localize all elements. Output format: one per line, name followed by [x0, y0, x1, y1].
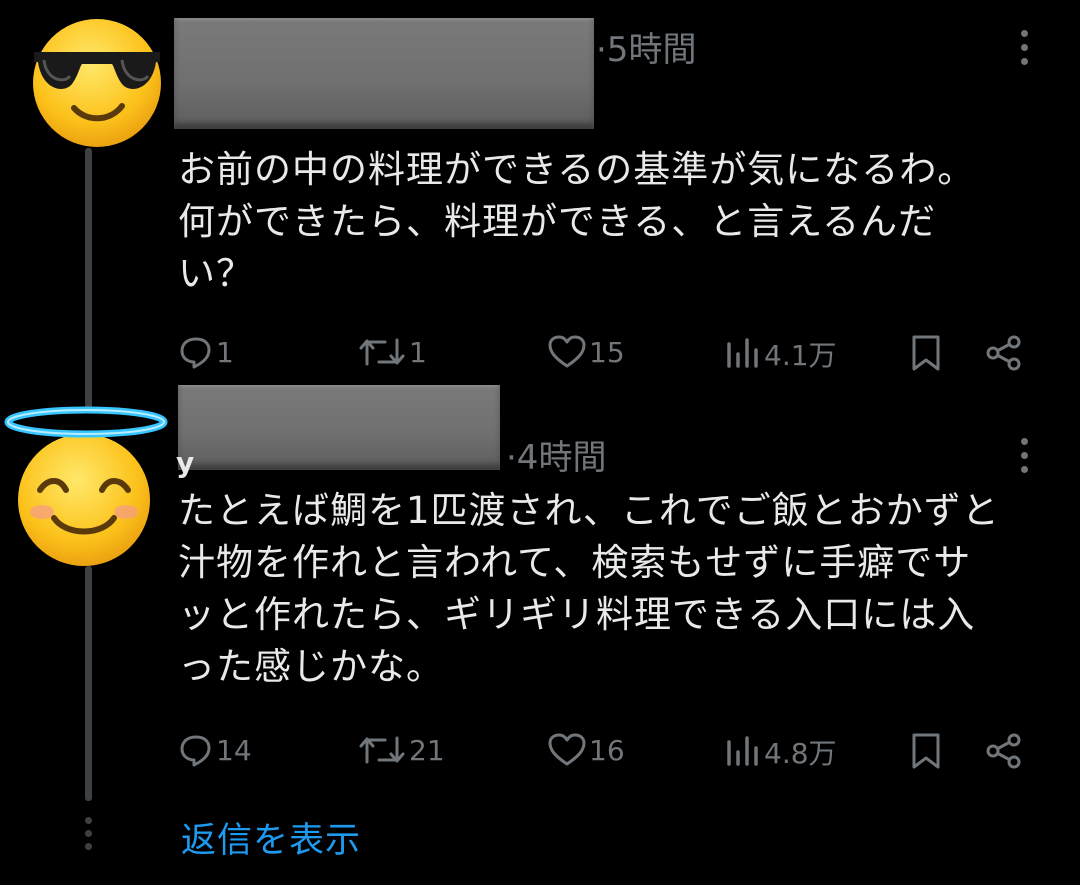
- thread-gap-dots-icon: [85, 817, 92, 850]
- bookmark-button[interactable]: [909, 334, 943, 372]
- retweet-button[interactable]: 1: [357, 334, 427, 370]
- more-options-icon[interactable]: [1018, 438, 1030, 473]
- retweet-icon: [359, 338, 405, 366]
- redacted-username: [178, 385, 500, 470]
- share-button[interactable]: [984, 334, 1024, 372]
- timestamp-text: ·5時間: [596, 30, 697, 70]
- analytics-icon: [727, 338, 758, 368]
- reply-button[interactable]: 1: [178, 334, 234, 370]
- heart-icon: [548, 335, 586, 368]
- views-button[interactable]: 4.8万: [724, 732, 837, 772]
- heart-icon: [548, 733, 586, 766]
- retweet-count: 1: [409, 335, 427, 369]
- like-count: 16: [589, 733, 625, 767]
- like-button[interactable]: 16: [547, 732, 625, 768]
- tweet-text-line: お前の中の料理ができるの基準が気になるわ。: [178, 148, 976, 191]
- tweet-text-line: い？: [178, 252, 254, 295]
- share-icon: [986, 733, 1021, 769]
- tweet-text-line: った感じかな。: [178, 645, 444, 688]
- more-options-icon[interactable]: [1018, 30, 1030, 65]
- reply-count: 14: [216, 733, 252, 767]
- halo-smiling-face-emoji-icon[interactable]: [2, 400, 170, 570]
- retweet-count: 21: [409, 733, 445, 767]
- bookmark-icon: [912, 335, 940, 371]
- reply-icon: [180, 735, 211, 767]
- sunglasses-face-emoji-icon[interactable]: [24, 10, 170, 150]
- analytics-icon: [727, 736, 758, 766]
- username-fragment: y: [176, 446, 195, 479]
- timestamp-text: ·4時間: [506, 438, 607, 478]
- share-button[interactable]: [984, 732, 1024, 770]
- tweet-body: お前の中の料理ができるの基準が気になるわ。 何ができたら、料理ができる、と言える…: [178, 144, 1038, 300]
- like-button[interactable]: 15: [547, 334, 625, 370]
- like-count: 15: [589, 335, 625, 369]
- bookmark-icon: [912, 733, 940, 769]
- tweet-text-line: 何ができたら、料理ができる、と言えるんだ: [178, 200, 937, 243]
- thread-line: [85, 566, 92, 801]
- tweet-text-line: ッと作れたら、ギリギリ料理できる入口には入: [178, 593, 976, 636]
- reply-icon: [180, 337, 211, 369]
- retweet-button[interactable]: 21: [357, 732, 445, 768]
- tweet-text-line: 汁物を作れと言われて、検索もせずに手癖でサ: [178, 541, 972, 584]
- show-replies-link[interactable]: 返信を表示: [181, 812, 361, 863]
- tweet-timestamp[interactable]: ·4時間: [506, 430, 606, 479]
- retweet-icon: [359, 736, 405, 764]
- tweet-timestamp[interactable]: ·5時間: [596, 22, 696, 71]
- tweet-body: たとえば鯛を1匹渡され、これでご飯とおかずと 汁物を作れと言われて、検索もせずに…: [178, 485, 1038, 693]
- share-icon: [986, 335, 1021, 371]
- views-button[interactable]: 4.1万: [724, 334, 837, 374]
- reply-count: 1: [216, 335, 234, 369]
- thread-line: [85, 148, 92, 408]
- view-count: 4.1万: [764, 339, 837, 372]
- redacted-username: [174, 18, 594, 129]
- bookmark-button[interactable]: [909, 732, 943, 770]
- view-count: 4.8万: [764, 737, 837, 770]
- reply-button[interactable]: 14: [178, 732, 252, 768]
- tweet-text-line: たとえば鯛を1匹渡され、これでご飯とおかずと: [178, 489, 1000, 532]
